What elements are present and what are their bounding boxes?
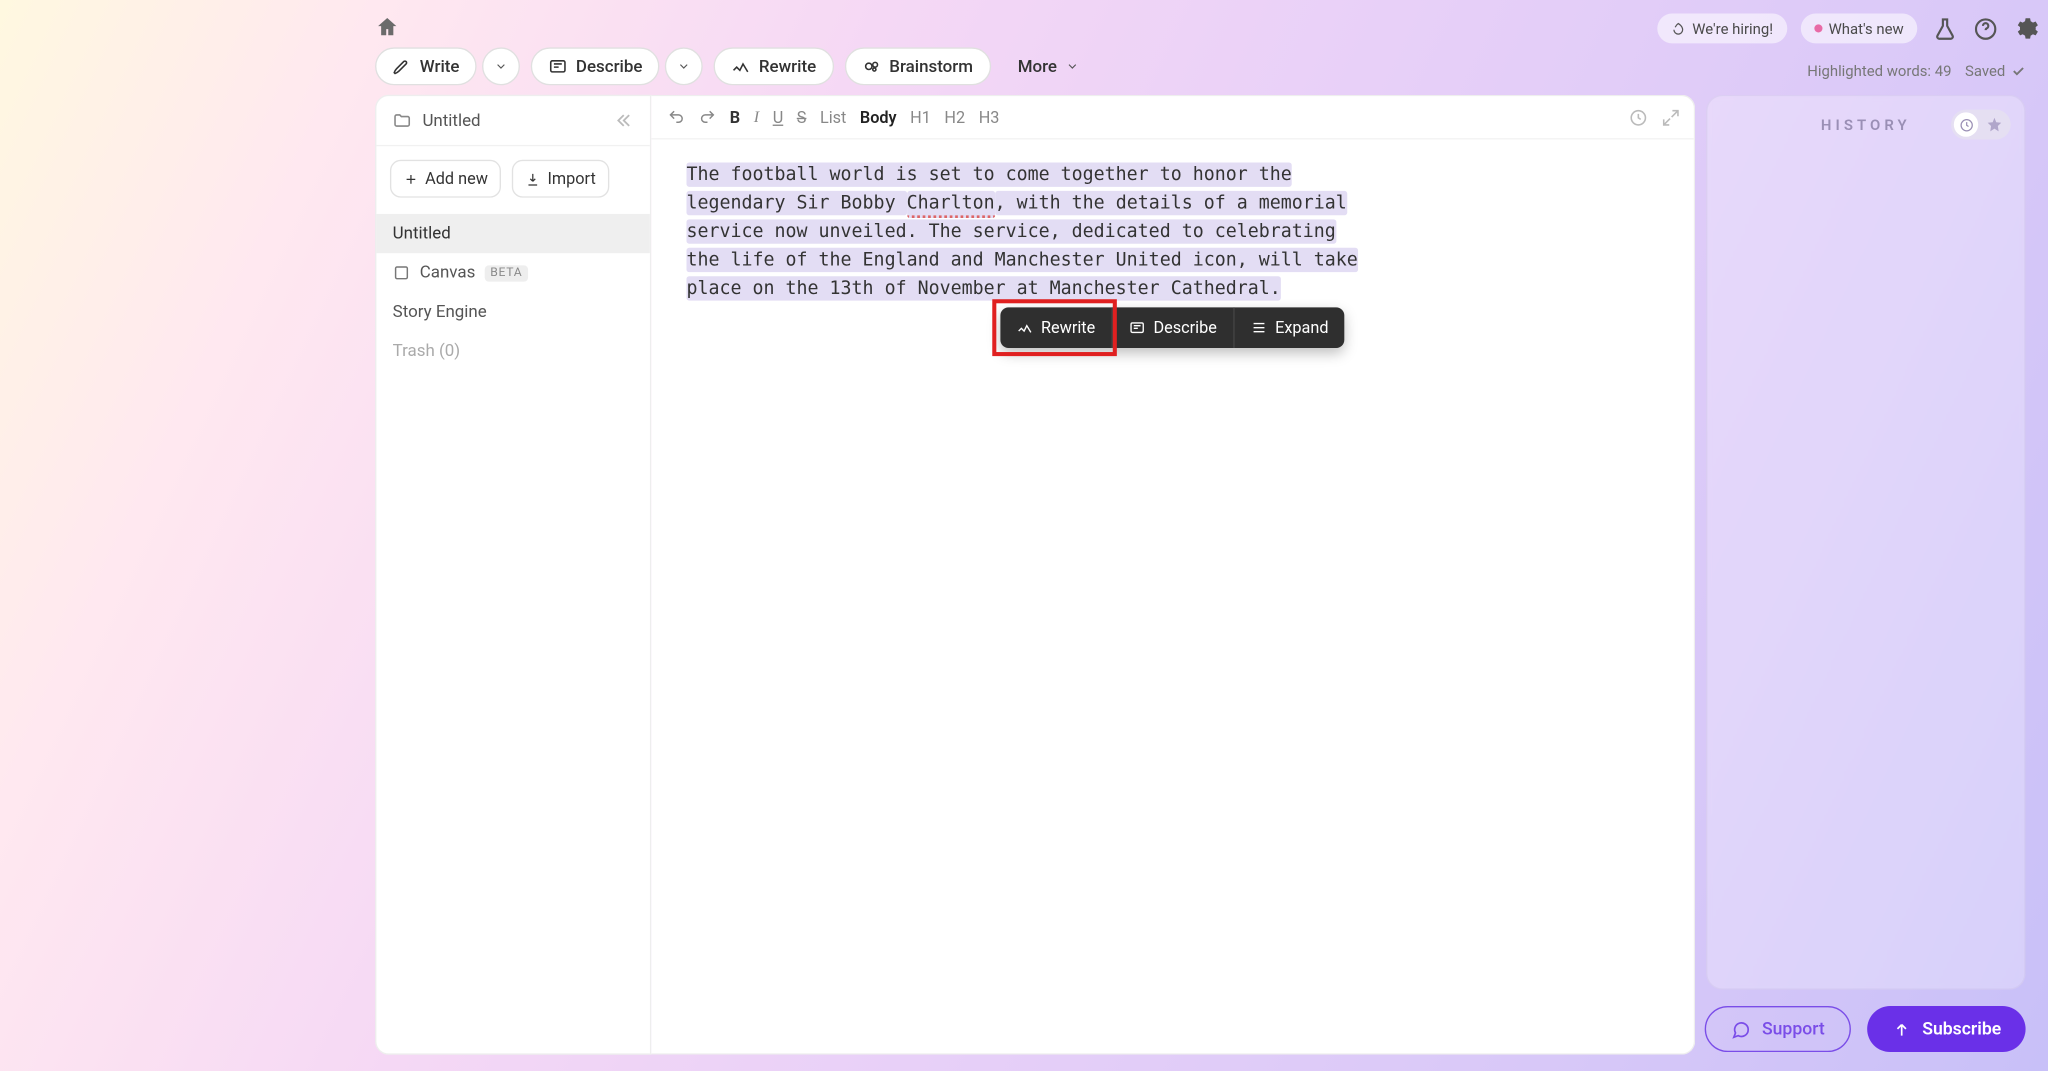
rewrite-button[interactable]: Rewrite: [714, 47, 834, 85]
write-dropdown[interactable]: [482, 47, 520, 85]
toggle-knob: [1954, 112, 1978, 136]
h3-button[interactable]: H3: [979, 108, 1000, 127]
more-label: More: [1018, 56, 1057, 76]
gear-icon[interactable]: [2012, 15, 2039, 42]
whatsnew-pill[interactable]: What's new: [1800, 14, 1917, 44]
collapse-icon[interactable]: [612, 110, 634, 132]
editor-pane: B I U S List Body H1 H2 H3 The football …: [651, 95, 1695, 1055]
clock-icon: [1959, 117, 1974, 132]
rewrite-label: Rewrite: [759, 56, 816, 76]
document-body[interactable]: The football world is set to come togeth…: [651, 139, 1694, 324]
redo-icon[interactable]: [699, 108, 717, 126]
float-rewrite-label: Rewrite: [1041, 318, 1095, 337]
beta-badge: BETA: [485, 265, 528, 281]
describe-button[interactable]: Describe: [531, 47, 660, 85]
dot-icon: [1814, 24, 1822, 32]
sidebar-item-canvas[interactable]: Canvas BETA: [376, 253, 650, 292]
sidebar-title: Untitled: [422, 110, 480, 130]
home-icon[interactable]: [375, 15, 399, 39]
text-line: , with the details of a memorial: [995, 191, 1347, 215]
sidebar-item-label: Trash (0): [393, 341, 461, 361]
underline-button[interactable]: U: [773, 108, 784, 127]
sidebar: Untitled Add new Import Untitled: [375, 95, 651, 1055]
selection-toolbar: Rewrite Describe Expand: [1000, 307, 1344, 348]
text-line: legendary Sir Bobby: [686, 191, 906, 215]
flask-icon[interactable]: [1931, 15, 1958, 42]
star-icon: [1986, 116, 2002, 132]
whatsnew-label: What's new: [1829, 20, 1904, 38]
sidebar-item-trash[interactable]: Trash (0): [376, 332, 650, 371]
float-describe-label: Describe: [1153, 318, 1216, 337]
import-button[interactable]: Import: [512, 160, 609, 198]
canvas-icon: [393, 264, 411, 282]
expand-icon[interactable]: [1661, 108, 1680, 127]
h1-button[interactable]: H1: [910, 108, 931, 127]
sidebar-item-label: Untitled: [393, 223, 451, 243]
history-title: HISTORY: [1821, 116, 1911, 134]
history-toggle[interactable]: [1951, 110, 2011, 140]
hiring-pill[interactable]: We're hiring!: [1657, 14, 1787, 44]
list-button[interactable]: List: [820, 108, 846, 127]
describe-label: Describe: [576, 56, 643, 76]
add-new-button[interactable]: Add new: [390, 160, 502, 198]
upgrade-icon: [1891, 1019, 1911, 1039]
chat-icon: [1731, 1019, 1751, 1039]
write-button[interactable]: Write: [375, 47, 477, 85]
sidebar-item-story-engine[interactable]: Story Engine: [376, 292, 650, 331]
undo-icon[interactable]: [668, 108, 686, 126]
write-label: Write: [420, 56, 460, 76]
brainstorm-label: Brainstorm: [889, 56, 973, 76]
saved-label: Saved: [1965, 62, 2005, 80]
h2-button[interactable]: H2: [944, 108, 965, 127]
float-expand-button[interactable]: Expand: [1234, 307, 1344, 348]
brainstorm-button[interactable]: Brainstorm: [845, 47, 991, 85]
add-new-label: Add new: [425, 169, 488, 188]
text-line: place on the 13th of November at Manches…: [686, 276, 1280, 300]
highlighted-count: Highlighted words: 49: [1807, 62, 1951, 80]
float-describe-button[interactable]: Describe: [1113, 307, 1235, 348]
sidebar-item-label: Canvas: [420, 263, 476, 283]
spellcheck-word: Charlton: [907, 191, 995, 218]
hiring-label: We're hiring!: [1692, 20, 1773, 38]
float-rewrite-button[interactable]: Rewrite: [1000, 307, 1112, 348]
bold-button[interactable]: B: [730, 108, 740, 127]
folder-icon: [393, 111, 412, 130]
subscribe-button[interactable]: Subscribe: [1867, 1006, 2026, 1052]
text-line: The football world is set to come togeth…: [686, 162, 1291, 186]
float-expand-label: Expand: [1275, 318, 1328, 337]
sidebar-item-untitled[interactable]: Untitled: [376, 214, 650, 253]
text-line: service now unveiled. The service, dedic…: [686, 219, 1335, 243]
italic-button[interactable]: I: [754, 107, 759, 127]
sidebar-item-label: Story Engine: [393, 302, 487, 322]
import-label: Import: [548, 169, 596, 188]
history-panel: HISTORY: [1706, 95, 2026, 990]
support-button[interactable]: Support: [1705, 1006, 1850, 1052]
subscribe-label: Subscribe: [1922, 1019, 2001, 1039]
strike-button[interactable]: S: [797, 108, 807, 127]
more-button[interactable]: More: [1001, 47, 1094, 85]
support-label: Support: [1762, 1019, 1825, 1039]
help-icon[interactable]: [1971, 15, 1998, 42]
history-clock-icon[interactable]: [1629, 108, 1648, 127]
describe-dropdown[interactable]: [665, 47, 703, 85]
body-style-button[interactable]: Body: [860, 108, 897, 127]
text-line: the life of the England and Manchester U…: [686, 247, 1357, 271]
